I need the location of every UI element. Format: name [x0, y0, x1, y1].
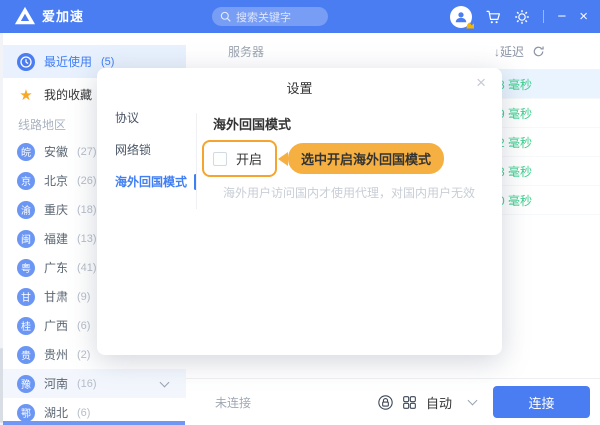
province-badge: 豫	[17, 375, 35, 393]
dialog-nav-overseas-mode[interactable]: 海外回国模式	[97, 166, 196, 198]
sidebar-item-henan[interactable]: 豫 河南 (16)	[0, 369, 186, 398]
dialog-title: 设置	[97, 78, 502, 97]
latency-value: 2 毫秒	[498, 134, 532, 151]
province-badge: 闽	[17, 230, 35, 248]
mode-selector-label[interactable]: 自动	[426, 393, 452, 412]
search-icon	[220, 11, 231, 22]
province-badge: 鄂	[17, 404, 35, 422]
mode-grid-icon[interactable]	[402, 395, 417, 410]
mode-chevron-down-icon[interactable]	[468, 396, 478, 406]
section-heading: 海外回国模式	[213, 114, 486, 133]
dialog-nav-protocol[interactable]: 协议	[97, 102, 196, 134]
province-badge: 粤	[17, 259, 35, 277]
callout-arrow-icon	[278, 152, 288, 166]
dialog-close-icon[interactable]: ×	[476, 74, 486, 91]
province-badge: 渝	[17, 201, 35, 219]
sort-by-latency[interactable]: ↓延迟	[494, 43, 524, 60]
settings-dialog: 设置 × 协议 网络锁 海外回国模式 海外回国模式 开启 选中开启海外回国模式	[97, 68, 502, 355]
callout-text: 选中开启海外回国模式	[288, 143, 444, 174]
network-lock-icon[interactable]	[378, 395, 393, 410]
connect-button[interactable]: 连接	[493, 386, 590, 418]
enable-checkbox-highlight: 开启	[202, 140, 277, 177]
sidebar-item-count: (5)	[101, 56, 114, 68]
header-divider	[543, 10, 544, 23]
sidebar-item-label: 我的收藏	[44, 86, 92, 103]
latency-value: 0 毫秒	[498, 192, 532, 209]
dialog-nav-network-lock[interactable]: 网络锁	[97, 134, 196, 166]
settings-gear-icon[interactable]	[514, 9, 530, 25]
tutorial-callout: 选中开启海外回国模式	[278, 143, 444, 174]
refresh-icon[interactable]	[532, 45, 545, 58]
mode-description: 海外用户访问国内才使用代理，对国内用户无效	[223, 184, 486, 201]
sidebar-bottom-row-edge	[3, 421, 185, 425]
province-badge: 甘	[17, 288, 35, 306]
sidebar-item-label: 最近使用	[44, 53, 92, 70]
close-button[interactable]: ×	[579, 0, 588, 33]
cart-icon[interactable]	[485, 9, 501, 25]
enable-checkbox-label: 开启	[236, 149, 262, 168]
clock-icon	[17, 53, 35, 71]
dialog-nav-divider	[196, 113, 197, 209]
chevron-down-icon[interactable]	[160, 378, 170, 388]
sidebar-scrollbar-thumb[interactable]	[0, 348, 3, 423]
search-placeholder: 搜索关键字	[236, 9, 291, 25]
province-badge: 皖	[17, 143, 35, 161]
province-badge: 贵	[17, 346, 35, 364]
search-input[interactable]: 搜索关键字	[212, 7, 328, 26]
dialog-nav: 协议 网络锁 海外回国模式	[97, 102, 196, 198]
user-avatar[interactable]	[450, 6, 472, 28]
dialog-content: 海外回国模式 开启 选中开启海外回国模式 海外用户访问国内才使用代理，对国内用户…	[213, 114, 486, 201]
app-logo-icon	[14, 5, 36, 27]
connection-status: 未连接	[215, 394, 251, 411]
province-badge: 桂	[17, 317, 35, 335]
minimize-button[interactable]: −	[557, 0, 566, 33]
app-title: 爱加速	[42, 0, 84, 33]
province-badge: 京	[17, 172, 35, 190]
title-bar: 爱加速 搜索关键字	[0, 0, 600, 33]
star-icon: ★	[17, 86, 35, 104]
connection-bar: 未连接 自动 连接	[186, 378, 600, 425]
app-window: 爱加速 搜索关键字	[0, 0, 600, 425]
column-server-label: 服务器	[228, 43, 264, 60]
latency-value: 3 毫秒	[498, 163, 532, 180]
latency-value: 8 毫秒	[498, 76, 532, 93]
server-list-header: 服务器 ↓延迟	[186, 33, 600, 70]
enable-checkbox[interactable]	[213, 152, 227, 166]
